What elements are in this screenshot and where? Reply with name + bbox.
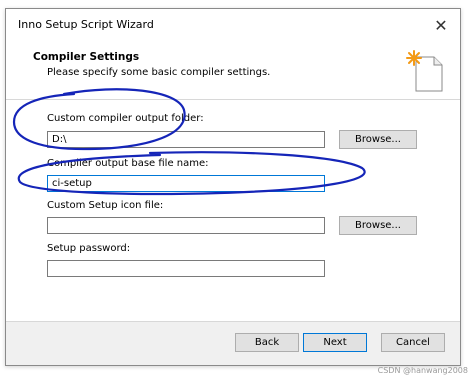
output-folder-label: Custom compiler output folder: [47,113,204,124]
watermark-text: CSDN @hanwang2008 [377,366,468,375]
output-folder-field[interactable]: D:\ [47,131,325,148]
wizard-document-icon [406,50,443,92]
password-label: Setup password: [47,243,131,254]
cancel-button[interactable]: Cancel [381,333,445,352]
wizard-content: Custom compiler output folder: D:\ Brows… [6,100,460,321]
wizard-header: Compiler Settings Please specify some ba… [6,41,460,99]
title-bar: Inno Setup Script Wizard ✕ [6,9,460,41]
setup-icon-label: Custom Setup icon file: [47,200,164,211]
close-icon[interactable]: ✕ [430,14,452,36]
setup-icon-field[interactable] [47,217,325,234]
browse-setup-icon-button[interactable]: Browse... [339,216,417,235]
base-filename-label: Compiler output base file name: [47,158,209,169]
next-button[interactable]: Next [303,333,367,352]
wizard-window: Inno Setup Script Wizard ✕ Compiler Sett… [5,8,461,366]
password-field[interactable] [47,260,325,277]
page-title: Compiler Settings [33,51,140,63]
page-subtitle: Please specify some basic compiler setti… [47,67,271,78]
window-title: Inno Setup Script Wizard [18,18,154,31]
browse-output-folder-button[interactable]: Browse... [339,130,417,149]
base-filename-field[interactable]: ci-setup [47,175,325,192]
wizard-footer: Back Next Cancel [6,322,460,365]
back-button[interactable]: Back [235,333,299,352]
